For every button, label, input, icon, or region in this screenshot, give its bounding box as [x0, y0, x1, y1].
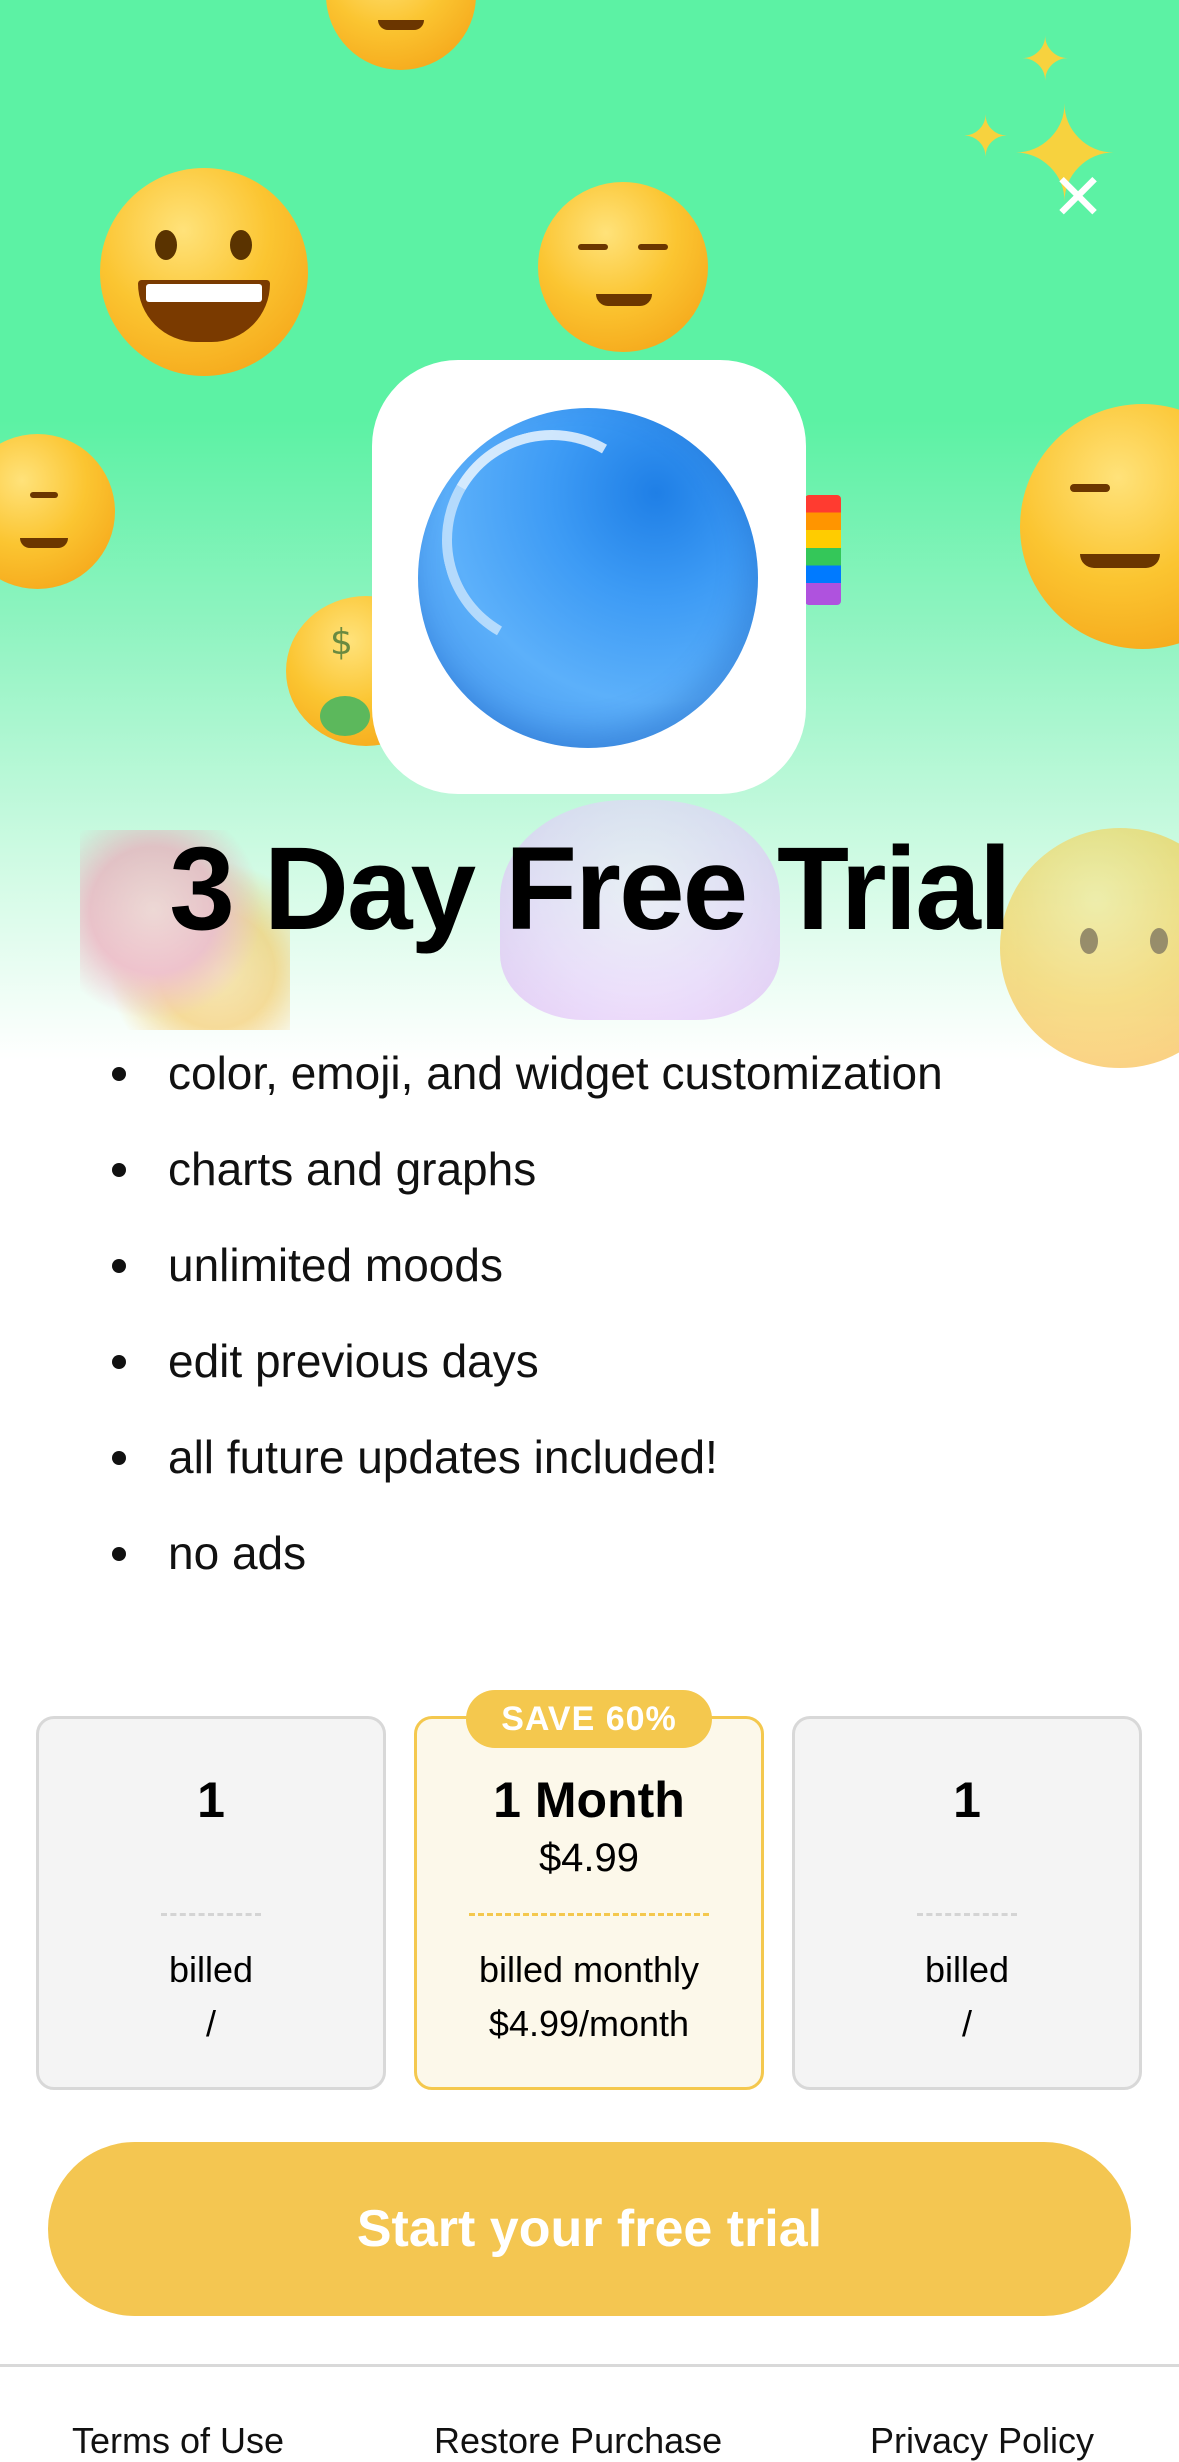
- plan-price: $4.99: [538, 1836, 640, 1880]
- privacy-link[interactable]: Privacy Policy: [870, 2420, 1094, 2462]
- restore-purchase-link[interactable]: Restore Purchase: [434, 2420, 722, 2462]
- close-button[interactable]: ✕: [1046, 166, 1110, 230]
- feature-item: edit previous days: [110, 1313, 943, 1409]
- plan-divider: [161, 1913, 261, 1916]
- feature-item: unlimited moods: [110, 1217, 943, 1313]
- plan-per: $4.99/month: [488, 2003, 690, 2044]
- save-badge: SAVE 60%: [466, 1690, 712, 1748]
- blushing-emoji: [538, 182, 708, 352]
- smiling-emoji: [326, 0, 476, 70]
- feature-item: no ads: [110, 1505, 943, 1601]
- terms-link[interactable]: Terms of Use: [72, 2420, 284, 2462]
- start-trial-button[interactable]: Start your free trial: [48, 2142, 1131, 2316]
- feature-item: all future updates included!: [110, 1409, 943, 1505]
- plan-duration: 1: [197, 1772, 225, 1828]
- close-icon: ✕: [1051, 161, 1105, 235]
- plan-duration: 1 Month: [493, 1772, 685, 1828]
- plan-billed: billed: [924, 1949, 1010, 1990]
- blushing-emoji: [0, 434, 115, 589]
- plan-divider: [469, 1913, 709, 1916]
- wink-emoji: [1020, 404, 1179, 649]
- feature-item: color, emoji, and widget customization: [110, 1025, 943, 1121]
- plan-option-right[interactable]: 1 billed /: [792, 1716, 1142, 2090]
- app-icon: [372, 360, 806, 794]
- feature-item: charts and graphs: [110, 1121, 943, 1217]
- plan-option-left[interactable]: 1 billed /: [36, 1716, 386, 2090]
- sparkles-icon: ✦: [1020, 25, 1071, 95]
- grinning-emoji: [100, 168, 308, 376]
- plan-duration: 1: [953, 1772, 981, 1828]
- page-title: 3 Day Free Trial: [169, 823, 1011, 955]
- plan-billed: billed monthly: [478, 1949, 700, 1990]
- plan-billed: billed: [168, 1949, 254, 1990]
- rainbow-flag: [805, 495, 841, 605]
- plan-divider: [917, 1913, 1017, 1916]
- plan-option-monthly[interactable]: 1 Month $4.99 billed monthly $4.99/month: [414, 1716, 764, 2090]
- sparkles-icon: ✦: [962, 105, 1009, 170]
- feature-list: color, emoji, and widget customization c…: [110, 1025, 943, 1601]
- plan-per: /: [961, 2003, 972, 2044]
- footer-divider: [0, 2364, 1179, 2367]
- plan-per: /: [205, 2003, 216, 2044]
